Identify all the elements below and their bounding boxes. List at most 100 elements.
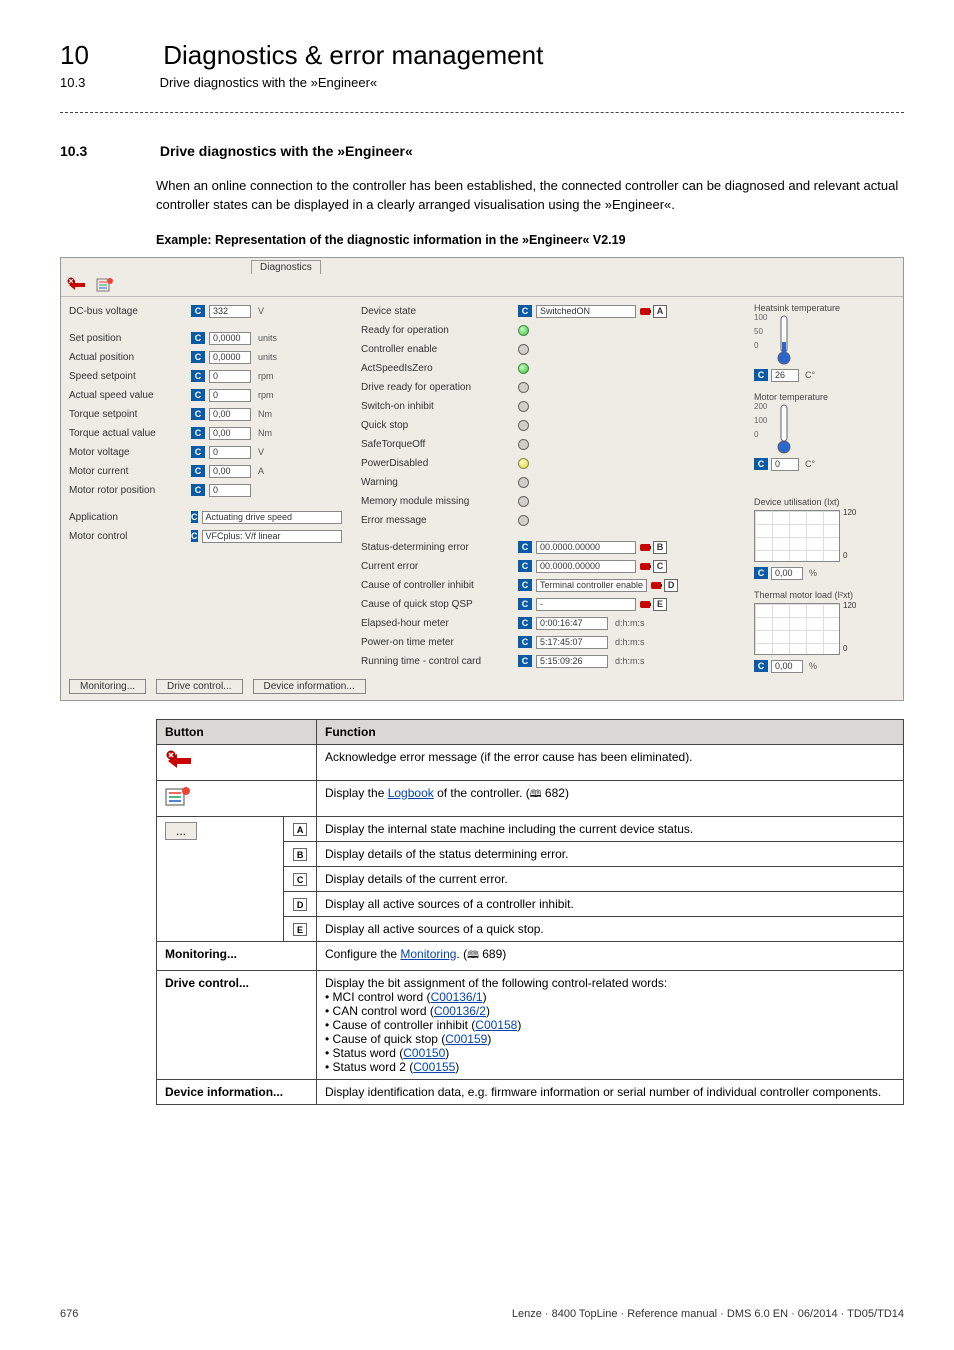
label-motor-curr: Motor current [69,463,179,480]
subsection-number: 10.3 [60,75,156,90]
ellipsis-button[interactable]: ... [165,822,197,840]
link-c00136-1[interactable]: C00136/1 [431,990,483,1004]
chapter-title: 10 Diagnostics & error management [60,40,904,71]
c-indicator-icon: C [191,465,205,477]
cell-monitoring-label: Monitoring... [157,941,317,970]
led-icon [518,382,529,393]
link-c00136-2[interactable]: C00136/2 [434,1004,486,1018]
c-indicator-icon: C [191,351,205,363]
expand-badge-b[interactable]: B [640,541,667,554]
expand-badge-c[interactable]: C [640,560,667,573]
value-actual-speed: C0rpm [191,387,331,404]
figure-caption: Example: Representation of the diagnosti… [156,233,904,247]
led-icon [518,325,529,336]
c-indicator-icon: C [191,408,205,420]
chart-box [754,510,840,562]
intro-paragraph: When an online connection to the control… [156,177,904,215]
pin-icon [640,544,650,551]
label-cause-qsp: Cause of quick stop QSP [361,596,506,613]
mid-value-column: CSwitchedONA C00.0000.00000B C00.0000.00… [518,303,728,673]
c-indicator-icon: C [754,369,768,381]
drive-control-button[interactable]: Drive control... [156,679,242,694]
led-actspeed [518,360,728,377]
value-application: CActuating drive speed [191,509,331,526]
value-elapsed: C0:00:16:47d:h:m:s [518,615,728,632]
cell-devinfo-desc: Display identification data, e.g. firmwa… [317,1079,904,1104]
tab-strip: Diagnostics [61,258,903,274]
value-torque-act: C0,00Nm [191,425,331,442]
label-actspeed: ActSpeedIsZero [361,360,506,377]
logbook-link[interactable]: Logbook [388,786,434,800]
cell-desc-e: Display all active sources of a quick st… [317,916,904,941]
thermometer-icon [771,403,797,455]
label-device-state: Device state [361,303,506,320]
badge-a-icon: A [293,823,307,836]
label-elapsed: Elapsed-hour meter [361,615,506,632]
led-icon [518,496,529,507]
led-sto [518,436,728,453]
label-dc-bus: DC-bus voltage [69,303,179,320]
gauge-thermal: Thermal motor load (I²xt) 1200 C0,00% [754,590,895,673]
value-set-pos: C0,0000units [191,330,331,347]
badge-e-icon: E [293,923,307,936]
device-info-button[interactable]: Device information... [253,679,366,694]
expand-badge-d[interactable]: D [651,579,678,592]
label-rotor-pos: Motor rotor position [69,482,179,499]
expand-badge-a[interactable]: A [640,305,667,318]
label-poweron: Power-on time meter [361,634,506,651]
label-status-err: Status-determining error [361,539,506,556]
value-speed-sp: C0rpm [191,368,331,385]
cell-log-icon [157,780,317,816]
gauge-motor-temp: Motor temperature 2001000 C0C° [754,392,895,471]
link-c00159[interactable]: C00159 [445,1032,487,1046]
label-motor-ctrl: Motor control [69,528,179,545]
label-sto: SafeTorqueOff [361,436,506,453]
cell-drive-label: Drive control... [157,970,317,1079]
chapter-number: 10 [60,40,156,71]
cell-dots-btn: ... [157,816,284,941]
c-indicator-icon: C [518,541,532,553]
page-footer: 676 Lenze · 8400 TopLine · Reference man… [60,1308,904,1320]
subsection-header: 10.3 Drive diagnostics with the »Enginee… [60,75,904,90]
c-indicator-icon: C [518,560,532,572]
th-button: Button [157,719,317,744]
expand-badge-e[interactable]: E [640,598,667,611]
link-c00150[interactable]: C00150 [403,1046,445,1060]
label-mem-missing: Memory module missing [361,493,506,510]
acknowledge-icon[interactable] [67,279,90,290]
monitoring-button[interactable]: Monitoring... [69,679,146,694]
logbook-icon[interactable] [96,279,114,290]
value-cause-qsp: C-E [518,596,728,613]
divider [60,112,904,113]
footer-reference: Lenze · 8400 TopLine · Reference manual … [512,1308,904,1320]
th-function: Function [317,719,904,744]
label-ready-op: Ready for operation [361,322,506,339]
value-motor-volt: C0V [191,444,331,461]
pin-icon [640,563,650,570]
label-actual-pos: Actual position [69,349,179,366]
cell-monitoring-desc: Configure the Monitoring. (🕮 689) [317,941,904,970]
c-indicator-icon: C [191,332,205,344]
mid-label-column: Device state Ready for operation Control… [361,303,506,673]
value-rotor-pos: C0 [191,482,331,499]
led-mem-missing [518,493,728,510]
tab-diagnostics[interactable]: Diagnostics [251,260,321,274]
badge-b-icon: B [293,848,307,861]
cell-drive-desc: Display the bit assignment of the follow… [317,970,904,1079]
c-indicator-icon: C [191,389,205,401]
link-c00158[interactable]: C00158 [475,1018,517,1032]
gauge-heatsink: Heatsink temperature 100500 C26C° [754,303,895,382]
c-indicator-icon: C [191,530,198,542]
engineer-screenshot: Diagnostics DC-bus voltage Set position … [60,257,904,701]
badge-d-icon: D [293,898,307,911]
c-indicator-icon: C [754,458,768,470]
monitoring-link[interactable]: Monitoring [400,947,456,961]
label-speed-sp: Speed setpoint [69,368,179,385]
cell-ack-desc: Acknowledge error message (if the error … [317,744,904,780]
pin-icon [651,582,661,589]
label-actual-speed: Actual speed value [69,387,179,404]
link-c00155[interactable]: C00155 [413,1060,455,1074]
label-current-err: Current error [361,558,506,575]
label-power-dis: PowerDisabled [361,455,506,472]
c-indicator-icon: C [191,427,205,439]
